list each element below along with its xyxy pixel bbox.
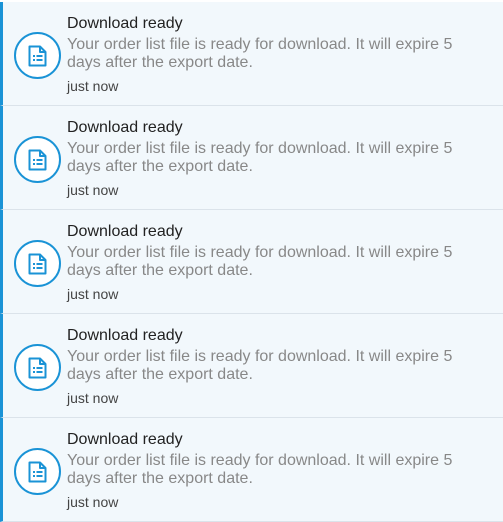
notification-message: Your order list file is ready for downlo… xyxy=(67,140,453,175)
notification-message: Your order list file is ready for downlo… xyxy=(67,452,453,487)
notification-title: Download ready xyxy=(67,431,183,448)
notification-title: Download ready xyxy=(67,327,183,344)
document-icon xyxy=(14,448,61,495)
notification-item[interactable]: Download ready Your order list file is r… xyxy=(0,2,503,106)
notification-message: Your order list file is ready for downlo… xyxy=(67,244,453,279)
notification-item[interactable]: Download ready Your order list file is r… xyxy=(0,210,503,314)
notification-message: Your order list file is ready for downlo… xyxy=(67,348,453,383)
notification-time: just now xyxy=(67,182,119,198)
document-icon xyxy=(14,240,61,287)
document-icon xyxy=(14,32,61,79)
notification-list: Download ready Your order list file is r… xyxy=(0,0,503,522)
notification-time: just now xyxy=(67,78,119,94)
notification-time: just now xyxy=(67,286,119,302)
notification-time: just now xyxy=(67,494,119,510)
notification-message: Your order list file is ready for downlo… xyxy=(67,36,453,71)
document-icon xyxy=(14,136,61,183)
document-icon xyxy=(14,344,61,391)
notification-time: just now xyxy=(67,390,119,406)
notification-item[interactable]: Download ready Your order list file is r… xyxy=(0,106,503,210)
notification-item[interactable]: Download ready Your order list file is r… xyxy=(0,418,503,522)
notification-title: Download ready xyxy=(67,223,183,240)
notification-title: Download ready xyxy=(67,119,183,136)
notification-item[interactable]: Download ready Your order list file is r… xyxy=(0,314,503,418)
notification-title: Download ready xyxy=(67,15,183,32)
